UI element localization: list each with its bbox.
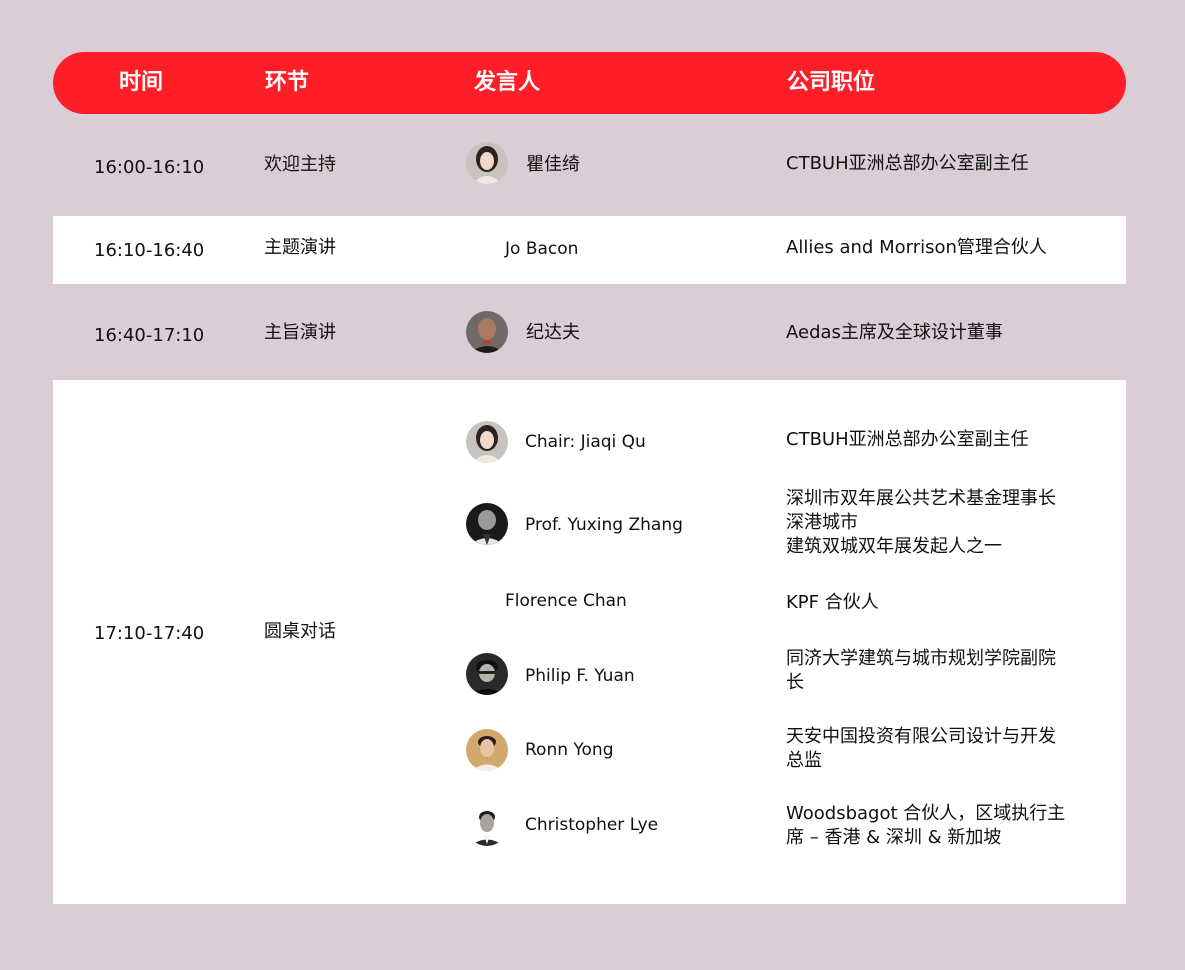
- row-time: 16:10-16:40: [94, 240, 205, 261]
- agenda-row-3: 16:40-17:10 主旨演讲 纪达夫 Aedas主席及全球设计董事: [53, 284, 1126, 380]
- row-time: 17:10-17:40: [94, 623, 205, 644]
- company-line: 总监: [786, 750, 822, 771]
- male-bw-portrait-avatar: [466, 503, 508, 545]
- speaker-name: Prof. Yuxing Zhang: [525, 515, 683, 535]
- speaker-company: 天安中国投资有限公司设计与开发 总监: [786, 725, 1106, 773]
- male-glasses-portrait-avatar: [466, 653, 508, 695]
- row-time: 16:00-16:10: [94, 157, 205, 178]
- speaker-name: 瞿佳绮: [526, 154, 580, 175]
- agenda-row-2: 16:10-16:40 主题演讲 Jo Bacon Allies and Mor…: [53, 216, 1126, 284]
- speaker-name: Philip F. Yuan: [525, 666, 635, 686]
- speaker-company: 深圳市双年展公共艺术基金理事长 深港城市 建筑双城双年展发起人之一: [786, 487, 1106, 559]
- agenda-row-4: 17:10-17:40 圆桌对话 Chair: Jiaqi Qu CTBUH亚洲…: [53, 380, 1126, 904]
- row-section: 主题演讲: [264, 237, 336, 258]
- company-line: 席 – 香港 & 深圳 & 新加坡: [786, 827, 1002, 848]
- header-section: 环节: [265, 70, 310, 95]
- speaker-name: Ronn Yong: [525, 740, 614, 760]
- header-time: 时间: [119, 70, 164, 95]
- company-line: 同济大学建筑与城市规划学院副院: [786, 648, 1056, 669]
- speaker-name: Chair: Jiaqi Qu: [525, 432, 646, 452]
- header-company: 公司职位: [787, 70, 876, 95]
- company-line: 天安中国投资有限公司设计与开发: [786, 726, 1056, 747]
- speaker-company: KPF 合伙人: [786, 592, 879, 613]
- row-section: 主旨演讲: [264, 322, 336, 343]
- company-line: 建筑双城双年展发起人之一: [786, 536, 1002, 557]
- row-section: 圆桌对话: [264, 621, 336, 642]
- agenda-row-1: 16:00-16:10 欢迎主持 瞿佳绮 CTBUH亚洲总部办公室副主任: [53, 114, 1126, 216]
- female-portrait-avatar: [466, 142, 508, 184]
- agenda-page: 时间 环节 发言人 公司职位 16:00-16:10 欢迎主持 瞿佳绮 CTBU…: [0, 0, 1185, 970]
- speaker-company: Aedas主席及全球设计董事: [786, 322, 1003, 343]
- speaker-company: Allies and Morrison管理合伙人: [786, 237, 1047, 258]
- company-line: 长: [786, 672, 804, 693]
- header-speaker: 发言人: [474, 70, 541, 95]
- speaker-company: 同济大学建筑与城市规划学院副院 长: [786, 647, 1106, 695]
- company-line: Woodsbagot 合伙人，区域执行主: [786, 803, 1066, 824]
- speaker-company: Woodsbagot 合伙人，区域执行主 席 – 香港 & 深圳 & 新加坡: [786, 802, 1106, 850]
- male-portrait-avatar: [466, 311, 508, 353]
- row-time: 16:40-17:10: [94, 325, 205, 346]
- company-line: 深圳市双年展公共艺术基金理事长: [786, 488, 1056, 509]
- speaker-name: Jo Bacon: [505, 239, 579, 259]
- female-portrait-avatar: [466, 421, 508, 463]
- row-section: 欢迎主持: [264, 154, 336, 175]
- speaker-company: CTBUH亚洲总部办公室副主任: [786, 429, 1029, 450]
- speaker-name: 纪达夫: [526, 322, 580, 343]
- table-header: 时间 环节 发言人 公司职位: [53, 52, 1126, 114]
- male-suit-portrait-avatar: [466, 804, 508, 846]
- speaker-company: CTBUH亚洲总部办公室副主任: [786, 153, 1029, 174]
- male-warm-portrait-avatar: [466, 729, 508, 771]
- company-line: 深港城市: [786, 512, 858, 533]
- speaker-name: Christopher Lye: [525, 815, 659, 835]
- speaker-name: Florence Chan: [505, 591, 627, 611]
